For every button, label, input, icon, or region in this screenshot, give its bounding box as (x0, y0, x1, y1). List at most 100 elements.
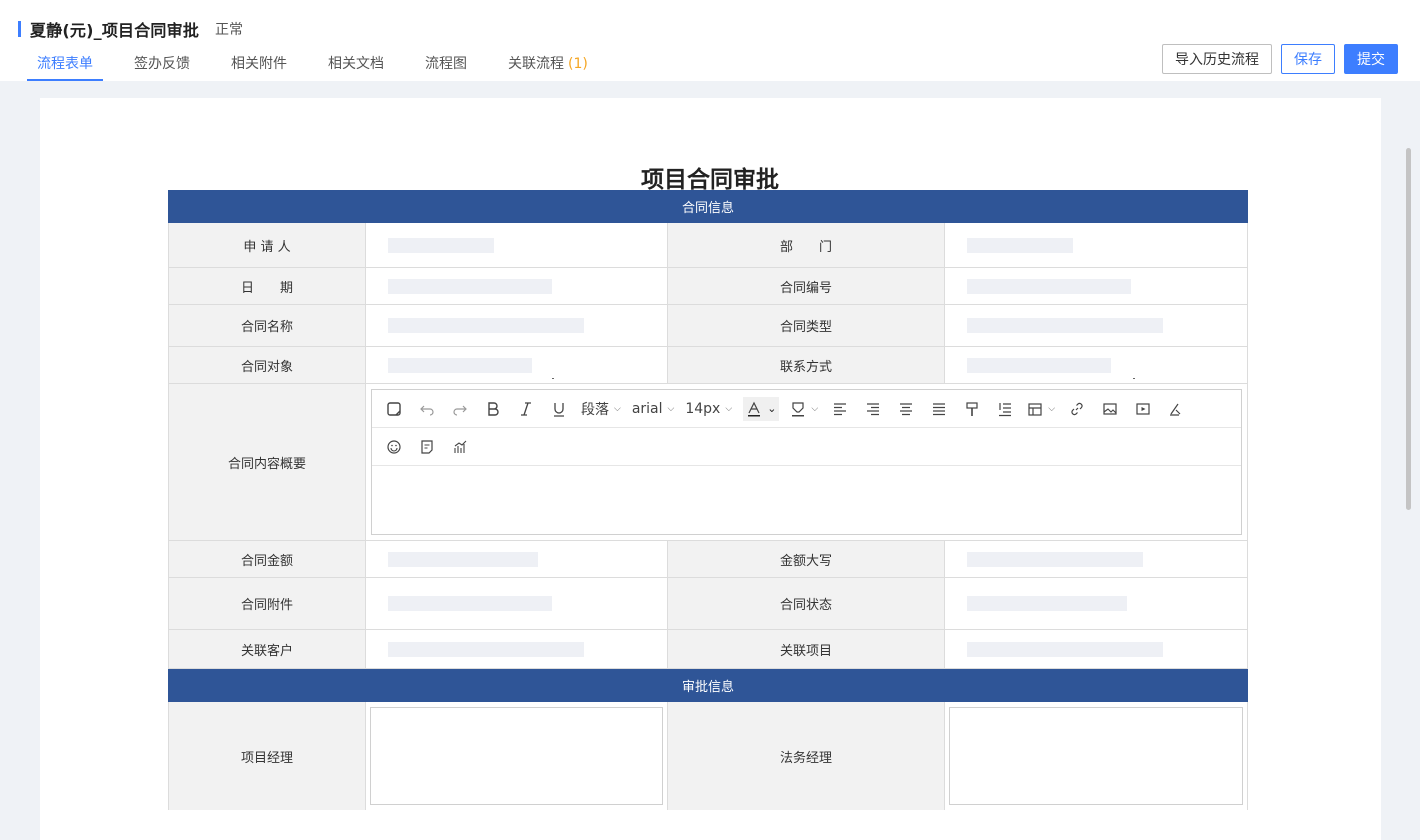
chevron-down-icon: ⌵ (725, 403, 733, 414)
label-contract-no: 合同编号 (667, 268, 944, 304)
form-row: 合同对象 联系方式 (168, 347, 1248, 384)
font-family-select[interactable]: arial ⌵ (632, 397, 675, 421)
label-project: 关联项目 (667, 630, 944, 668)
image-icon[interactable] (1099, 397, 1121, 421)
form-row: 日 期 合同编号 (168, 268, 1248, 305)
tab-related-process[interactable]: 关联流程 (1) (498, 50, 598, 81)
clear-format-icon[interactable] (1165, 397, 1187, 421)
chevron-down-icon: ⌵ (614, 403, 621, 414)
label-attachment: 合同附件 (168, 578, 365, 629)
font-size-select[interactable]: 14px ⌵ (685, 397, 732, 421)
department-field[interactable] (944, 223, 1248, 267)
rich-text-editor: 段落 ⌵ arial ⌵ 14px ⌵ ⌄ ⌵ ⌵ (371, 389, 1242, 535)
form-row: 关联客户 关联项目 (168, 630, 1248, 669)
contract-type-field[interactable] (944, 305, 1248, 346)
line-height-icon[interactable] (994, 397, 1016, 421)
customer-field[interactable] (365, 630, 667, 668)
editor-toolbar: 段落 ⌵ arial ⌵ 14px ⌵ ⌄ ⌵ ⌵ (372, 390, 1241, 428)
align-justify-icon[interactable] (928, 397, 950, 421)
video-icon[interactable] (1132, 397, 1154, 421)
chevron-down-icon: ⌵ (667, 403, 675, 414)
chevron-down-icon: ⌄ (767, 402, 777, 415)
bold-icon[interactable] (482, 397, 504, 421)
submit-button[interactable]: 提交 (1344, 44, 1398, 74)
contract-status-field[interactable] (944, 578, 1248, 629)
chevron-down-icon: ⌵ (1048, 403, 1056, 414)
form-row: 申 请 人 部 门 (168, 223, 1248, 268)
tab-documents[interactable]: 相关文档 (318, 50, 394, 81)
approval-row: 项目经理 法务经理 (168, 702, 1248, 810)
label-applicant: 申 请 人 (168, 223, 365, 267)
form-row: 合同金额 金额大写 (168, 541, 1248, 578)
label-legal-manager: 法务经理 (667, 702, 944, 810)
date-field[interactable] (365, 268, 667, 304)
tab-flowchart[interactable]: 流程图 (415, 50, 477, 81)
contract-no-field[interactable] (944, 268, 1248, 304)
table-icon[interactable]: ⌵ (1027, 397, 1055, 421)
undo-icon[interactable] (416, 397, 438, 421)
app-frame: 夏静(元)_项目合同审批 正常 流程表单 签办反馈 相关附件 相关文档 流程图 … (0, 0, 1420, 840)
legal-manager-opinion-box (944, 702, 1248, 810)
align-right-icon[interactable] (862, 397, 884, 421)
template-icon[interactable] (416, 435, 438, 459)
label-contract-target: 合同对象 (168, 347, 365, 383)
form-title: 项目合同审批 (641, 167, 779, 193)
project-manager-opinion-input[interactable] (370, 707, 663, 805)
contract-target-field[interactable] (365, 347, 667, 383)
label-contract-status: 合同状态 (667, 578, 944, 629)
page-header: 夏静(元)_项目合同审批 正常 流程表单 签办反馈 相关附件 相关文档 流程图 … (0, 0, 1420, 81)
section-header-approval: 审批信息 (168, 669, 1248, 702)
editor-toolbar-secondary (372, 428, 1241, 466)
summary-editor-cell: 段落 ⌵ arial ⌵ 14px ⌵ ⌄ ⌵ ⌵ (365, 384, 1248, 540)
save-button[interactable]: 保存 (1281, 44, 1335, 74)
scrollbar[interactable] (1406, 148, 1411, 510)
label-amount: 合同金额 (168, 541, 365, 577)
tab-process-form[interactable]: 流程表单 (27, 50, 103, 81)
header-actions: 导入历史流程 保存 提交 (1162, 44, 1398, 74)
label-contact: 联系方式 (667, 347, 944, 383)
form-row-summary: 合同内容概要 段落 ⌵ arial ⌵ 14px ⌵ ⌄ ⌵ ⌵ (168, 384, 1248, 541)
chart-icon[interactable] (449, 435, 471, 459)
link-icon[interactable] (1066, 397, 1088, 421)
emoji-icon[interactable] (383, 435, 405, 459)
source-code-icon[interactable] (383, 397, 405, 421)
status-badge: 正常 (215, 22, 244, 38)
font-color-button[interactable]: ⌄ (743, 396, 780, 421)
page-title: 夏静(元)_项目合同审批 (30, 21, 200, 40)
applicant-field[interactable] (365, 223, 667, 267)
contract-name-field[interactable] (365, 305, 667, 346)
label-contract-name: 合同名称 (168, 305, 365, 346)
contract-form: 合同信息 申 请 人 部 门 日 期 合同编号 合同名称 合同类型 合同对象 联… (168, 190, 1248, 810)
label-date: 日 期 (168, 268, 365, 304)
chevron-down-icon: ⌵ (811, 403, 819, 414)
italic-icon[interactable] (515, 397, 537, 421)
underline-icon[interactable] (548, 397, 570, 421)
label-customer: 关联客户 (168, 630, 365, 668)
tab-attachments[interactable]: 相关附件 (221, 50, 297, 81)
import-history-button[interactable]: 导入历史流程 (1162, 44, 1272, 74)
format-painter-icon[interactable] (961, 397, 983, 421)
amount-field[interactable] (365, 541, 667, 577)
label-amount-upper: 金额大写 (667, 541, 944, 577)
contact-field[interactable] (944, 347, 1248, 383)
tab-bar: 流程表单 签办反馈 相关附件 相关文档 流程图 关联流程 (1) (27, 50, 619, 81)
attachment-field[interactable] (365, 578, 667, 629)
editor-content-area[interactable] (372, 466, 1241, 534)
paragraph-select[interactable]: 段落 ⌵ (581, 397, 621, 421)
label-summary: 合同内容概要 (168, 384, 365, 540)
project-manager-opinion-box (365, 702, 667, 810)
legal-manager-opinion-input[interactable] (949, 707, 1243, 805)
section-header-contract: 合同信息 (168, 190, 1248, 223)
label-contract-type: 合同类型 (667, 305, 944, 346)
align-center-icon[interactable] (895, 397, 917, 421)
align-left-icon[interactable] (829, 397, 851, 421)
highlight-color-icon[interactable]: ⌵ (790, 397, 818, 421)
form-row: 合同附件 合同状态 (168, 578, 1248, 630)
redo-icon[interactable] (449, 397, 471, 421)
form-row: 合同名称 合同类型 (168, 305, 1248, 347)
title-accent-bar (18, 21, 21, 37)
project-field[interactable] (944, 630, 1248, 668)
tab-feedback[interactable]: 签办反馈 (124, 50, 200, 81)
amount-upper-field[interactable] (944, 541, 1248, 577)
related-count-badge: (1) (568, 56, 588, 72)
